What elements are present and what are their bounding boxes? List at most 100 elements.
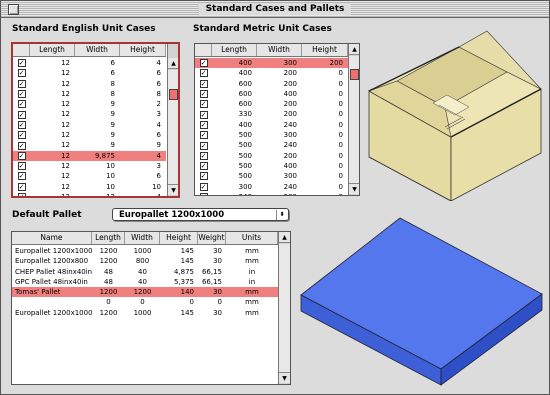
- english-case-checkbox-cell[interactable]: ✓: [13, 151, 30, 161]
- pallet-width-header[interactable]: Width: [125, 232, 160, 244]
- english-case-row[interactable]: ✓ 12 12 4: [13, 192, 166, 196]
- english-case-checkbox-cell[interactable]: ✓: [13, 171, 30, 181]
- metric-cases-table[interactable]: Length Width Height ✓ 400 300 200 ✓ 400 200 0 ✓ 6…: [194, 43, 360, 196]
- pallet-scrollbar[interactable]: ▲ ▼: [278, 232, 290, 384]
- metric-case-row[interactable]: ✓ 500 300 0: [195, 171, 348, 181]
- metric-case-checkbox-cell[interactable]: ✓: [195, 192, 212, 195]
- english-case-row[interactable]: ✓ 12 8 6: [13, 79, 166, 89]
- metric-case-row[interactable]: ✓ 500 400 0: [195, 161, 348, 171]
- scroll-down-arrow-icon[interactable]: ▼: [349, 183, 359, 194]
- english-case-row[interactable]: ✓ 12 10 10: [13, 182, 166, 192]
- checkbox[interactable]: ✓: [17, 59, 26, 68]
- metric-case-checkbox-cell[interactable]: ✓: [195, 171, 212, 181]
- checkbox[interactable]: ✓: [199, 182, 208, 191]
- checkbox[interactable]: ✓: [17, 182, 26, 191]
- metric-case-checkbox-cell[interactable]: ✓: [195, 120, 212, 130]
- english-case-checkbox-cell[interactable]: ✓: [13, 99, 30, 109]
- checkbox[interactable]: ✓: [199, 79, 208, 88]
- metric-case-row[interactable]: ✓ 300 240 0: [195, 182, 348, 192]
- english-case-row[interactable]: ✓ 12 9 2: [13, 99, 166, 109]
- metric-case-checkbox-cell[interactable]: ✓: [195, 89, 212, 99]
- checkbox[interactable]: ✓: [199, 110, 208, 119]
- pallet-row[interactable]: Tomas' Pallet 1200 1200 140 30 mm: [12, 287, 278, 298]
- english-case-row[interactable]: ✓ 12 8 8: [13, 89, 166, 99]
- english-case-checkbox-cell[interactable]: ✓: [13, 79, 30, 89]
- english-case-row[interactable]: ✓ 12 9 9: [13, 140, 166, 150]
- pallet-name-header[interactable]: Name: [12, 232, 92, 244]
- metric-case-checkbox-cell[interactable]: ✓: [195, 109, 212, 119]
- english-case-row[interactable]: ✓ 12 9 4: [13, 120, 166, 130]
- metric-case-row[interactable]: ✓ 500 240 0: [195, 140, 348, 150]
- english-case-checkbox-cell[interactable]: ✓: [13, 89, 30, 99]
- metric-case-row[interactable]: ✓ 400 300 200: [195, 58, 348, 69]
- metric-case-checkbox-cell[interactable]: ✓: [195, 79, 212, 89]
- pallet-row[interactable]: Europallet 1200x1000 1200 1000 145 30 mm: [12, 246, 278, 256]
- english-length-header[interactable]: Length: [30, 44, 75, 56]
- metric-case-row[interactable]: ✓ 600 200 0: [195, 79, 348, 89]
- metric-scroll-thumb[interactable]: [350, 69, 359, 80]
- pallet-height-header[interactable]: Height: [160, 232, 198, 244]
- metric-scrollbar[interactable]: ▲ ▼: [348, 44, 359, 195]
- pallet-scroll-track[interactable]: [279, 244, 290, 372]
- english-case-row[interactable]: ✓ 12 10 6: [13, 171, 166, 181]
- english-scroll-thumb[interactable]: [169, 89, 178, 100]
- checkbox[interactable]: ✓: [199, 69, 208, 78]
- english-case-checkbox-cell[interactable]: ✓: [13, 109, 30, 119]
- english-cases-table[interactable]: Length Width Height ✓ 12 6 4 ✓ 12 6 6 ✓ 12 8 6 ✓ 12 8 8…: [11, 42, 180, 198]
- scroll-up-arrow-icon[interactable]: ▲: [349, 44, 359, 55]
- checkbox[interactable]: ✓: [199, 141, 208, 150]
- metric-case-checkbox-cell[interactable]: ✓: [195, 182, 212, 192]
- metric-case-checkbox-cell[interactable]: ✓: [195, 151, 212, 161]
- popup-arrows-icon[interactable]: ⬍: [276, 210, 287, 220]
- metric-height-header[interactable]: Height: [302, 44, 348, 56]
- title-bar[interactable]: Standard Cases and Pallets: [1, 1, 549, 18]
- pallet-table[interactable]: Name Length Width Height Weight Units Eu…: [11, 231, 291, 385]
- scroll-up-arrow-icon[interactable]: ▲: [168, 58, 178, 69]
- checkbox[interactable]: ✓: [17, 162, 26, 171]
- metric-case-row[interactable]: ✓ 600 400 0: [195, 89, 348, 99]
- checkbox[interactable]: ✓: [17, 110, 26, 119]
- english-scrollbar[interactable]: ▲ ▼: [167, 44, 178, 196]
- metric-case-checkbox-cell[interactable]: ✓: [195, 58, 212, 68]
- metric-case-row[interactable]: ✓ 500 300 0: [195, 130, 348, 140]
- english-scroll-track[interactable]: [168, 70, 178, 184]
- pallet-weight-header[interactable]: Weight: [198, 232, 226, 244]
- metric-length-header[interactable]: Length: [212, 44, 257, 56]
- metric-case-row[interactable]: ✓ 500 200 0: [195, 151, 348, 161]
- checkbox[interactable]: ✓: [199, 131, 208, 140]
- pallet-row[interactable]: CHEP Pallet 48inx40in 48 40 4,875 66,15 in: [12, 267, 278, 277]
- scroll-up-arrow-icon[interactable]: ▲: [279, 232, 290, 243]
- checkbox[interactable]: ✓: [199, 59, 208, 68]
- checkbox[interactable]: ✓: [17, 193, 26, 196]
- metric-case-checkbox-cell[interactable]: ✓: [195, 140, 212, 150]
- english-case-row[interactable]: ✓ 12 9 3: [13, 109, 166, 119]
- metric-case-checkbox-cell[interactable]: ✓: [195, 68, 212, 78]
- checkbox[interactable]: ✓: [199, 120, 208, 129]
- default-pallet-popup[interactable]: Europallet 1200x1000 ⬍: [112, 208, 289, 221]
- english-case-checkbox-cell[interactable]: ✓: [13, 130, 30, 140]
- english-case-row[interactable]: ✓ 12 6 6: [13, 68, 166, 78]
- checkbox[interactable]: ✓: [17, 69, 26, 78]
- checkbox[interactable]: ✓: [199, 90, 208, 99]
- checkbox[interactable]: ✓: [17, 131, 26, 140]
- english-case-row[interactable]: ✓ 12 9 6: [13, 130, 166, 140]
- english-case-checkbox-cell[interactable]: ✓: [13, 161, 30, 171]
- scroll-down-arrow-icon[interactable]: ▼: [168, 184, 178, 195]
- english-case-row[interactable]: ✓ 12 9,875 4: [13, 150, 166, 161]
- metric-case-row[interactable]: ✓ 400 240 0: [195, 120, 348, 130]
- checkbox[interactable]: ✓: [17, 151, 26, 160]
- english-height-header[interactable]: Height: [120, 44, 166, 56]
- pallet-row[interactable]: 0 0 0 0 mm: [12, 297, 278, 307]
- pallet-units-header[interactable]: Units: [226, 232, 278, 244]
- checkbox[interactable]: ✓: [17, 120, 26, 129]
- metric-case-row[interactable]: ✓ 2402000: [195, 192, 348, 195]
- checkbox[interactable]: ✓: [199, 151, 208, 160]
- english-case-checkbox-cell[interactable]: ✓: [13, 140, 30, 150]
- metric-width-header[interactable]: Width: [257, 44, 302, 56]
- pallet-row[interactable]: GPC Pallet 48inx40in 48 40 5,375 66,15 in: [12, 277, 278, 287]
- checkbox[interactable]: ✓: [199, 162, 208, 171]
- checkbox[interactable]: ✓: [17, 79, 26, 88]
- checkbox[interactable]: ✓: [199, 172, 208, 181]
- checkbox[interactable]: ✓: [17, 141, 26, 150]
- english-case-checkbox-cell[interactable]: ✓: [13, 68, 30, 78]
